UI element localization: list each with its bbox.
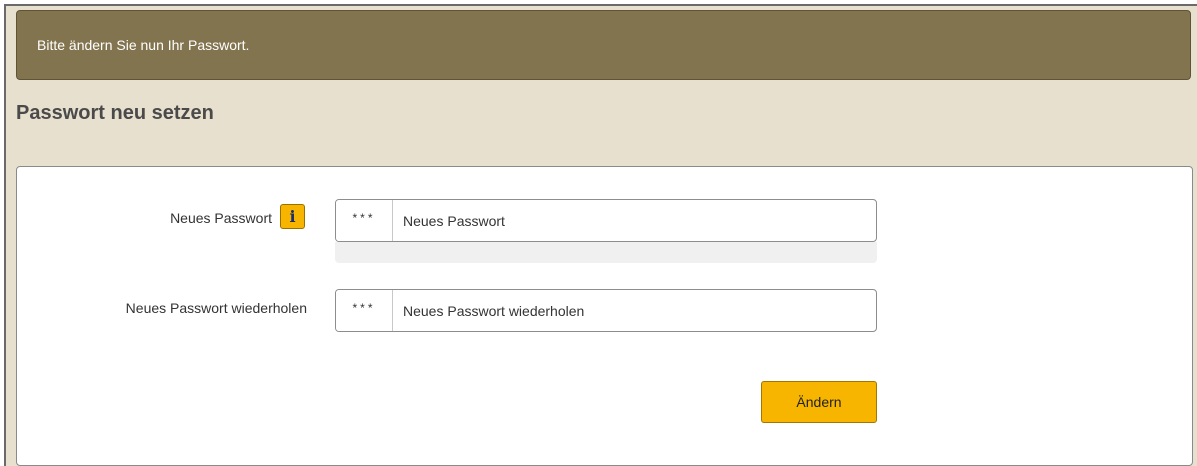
password-addon: ***: [336, 200, 393, 241]
password-change-notice: Bitte ändern Sie nun Ihr Passwort.: [16, 10, 1191, 80]
page-title: Passwort neu setzen: [16, 102, 214, 124]
notice-text: Bitte ändern Sie nun Ihr Passwort.: [37, 37, 250, 53]
new-password-label: Neues Passwort: [170, 210, 272, 226]
info-icon[interactable]: i: [280, 204, 305, 229]
page-frame: Bitte ändern Sie nun Ihr Passwort. Passw…: [4, 4, 1197, 466]
repeat-password-label: Neues Passwort wiederholen: [125, 300, 307, 316]
new-password-input[interactable]: [393, 200, 876, 241]
repeat-password-input[interactable]: [393, 290, 876, 331]
change-password-button[interactable]: Ändern: [761, 381, 877, 423]
new-password-field: ***: [335, 199, 877, 242]
repeat-password-field: ***: [335, 289, 877, 332]
password-addon: ***: [336, 290, 393, 331]
password-form-card: Neues Passwort i *** Neues Passwort wied…: [16, 166, 1193, 466]
password-strength-meter: [335, 242, 877, 263]
